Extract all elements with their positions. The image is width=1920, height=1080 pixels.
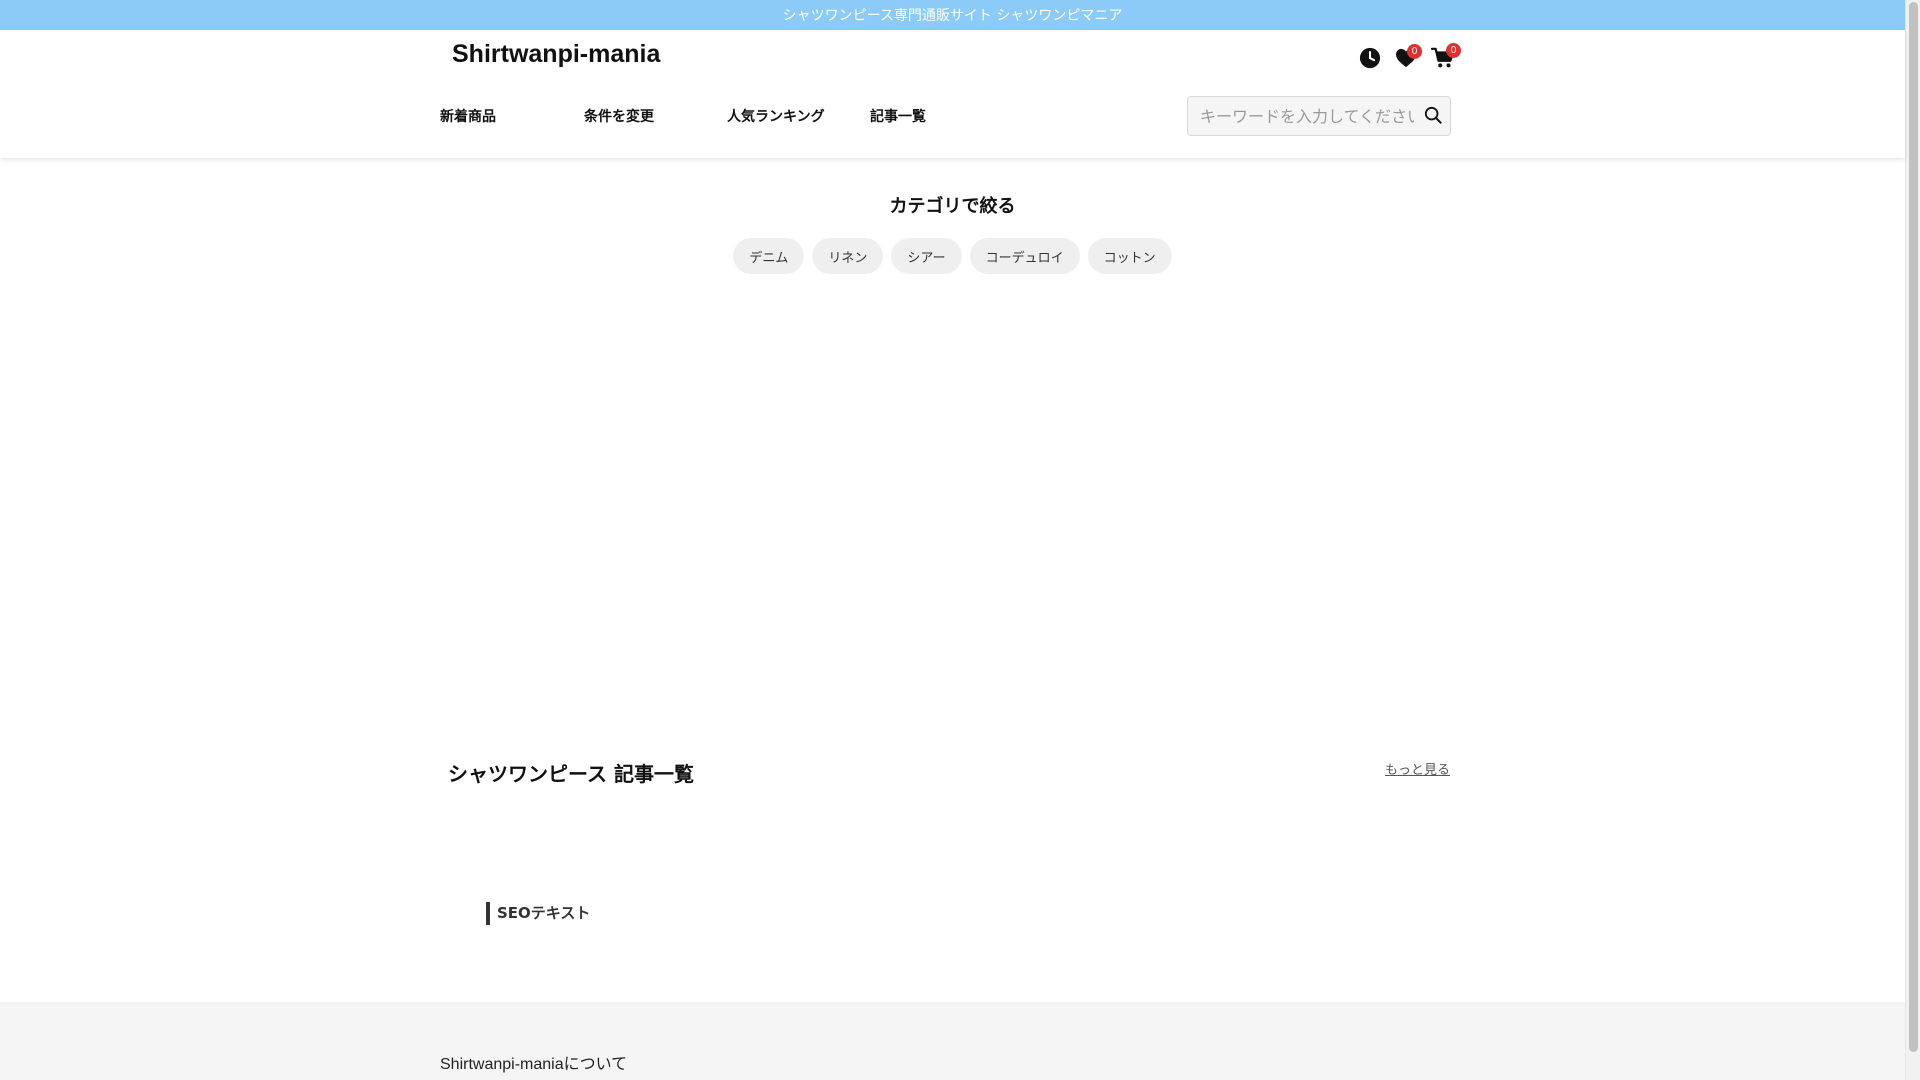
search-input[interactable] [1188, 97, 1414, 135]
top-banner: シャツワンピース専門通販サイト シャツワンピマニア [0, 0, 1905, 30]
footer-about-link[interactable]: Shirtwanpi-maniaについて [440, 1050, 627, 1074]
nav-item-ranking[interactable]: 人気ランキング [727, 106, 825, 126]
category-pill-denim[interactable]: デニム [733, 238, 805, 274]
search-icon [1424, 106, 1442, 128]
page-scrollbar[interactable] [1905, 0, 1920, 1080]
search-button[interactable] [1422, 106, 1444, 128]
nav-item-change-conditions[interactable]: 条件を変更 [584, 106, 654, 126]
seo-text-heading: SEOテキスト [486, 902, 590, 925]
banner-text: シャツワンピース専門通販サイト シャツワンピマニア [782, 8, 1123, 24]
category-pill-corduroy[interactable]: コーデュロイ [969, 238, 1080, 274]
category-pill-cotton[interactable]: コットン [1087, 238, 1172, 274]
category-pill-linen[interactable]: リネン [812, 238, 884, 274]
search-box [1187, 96, 1451, 136]
site-logo[interactable]: Shirtwanpi-mania [452, 40, 660, 69]
header-icons: 0 0 [1355, 43, 1461, 77]
favorites-button[interactable]: 0 [1391, 43, 1422, 73]
site-footer: Shirtwanpi-maniaについて [0, 1002, 1905, 1080]
nav-item-new-products[interactable]: 新着商品 [440, 106, 496, 126]
category-pill-sheer[interactable]: シアー [891, 238, 962, 274]
cart-button[interactable]: 0 [1428, 43, 1461, 73]
category-filter-list: デニム リネン シアー コーデュロイ コットン [0, 238, 1905, 274]
see-more-link[interactable]: もっと見る [1385, 759, 1450, 778]
articles-section-title: シャツワンピース 記事一覧 [448, 762, 694, 786]
nav-item-articles[interactable]: 記事一覧 [870, 106, 926, 126]
site-header: Shirtwanpi-mania 0 0 新着商品 条件を変更 人気ランキング … [0, 30, 1905, 158]
history-button[interactable] [1355, 43, 1385, 73]
cart-count-badge: 0 [1446, 43, 1461, 58]
favorites-count-badge: 0 [1407, 44, 1422, 59]
scrollbar-thumb[interactable] [1909, 2, 1918, 1052]
clock-icon [1359, 47, 1381, 69]
category-title: カテゴリで絞る [889, 196, 1016, 217]
